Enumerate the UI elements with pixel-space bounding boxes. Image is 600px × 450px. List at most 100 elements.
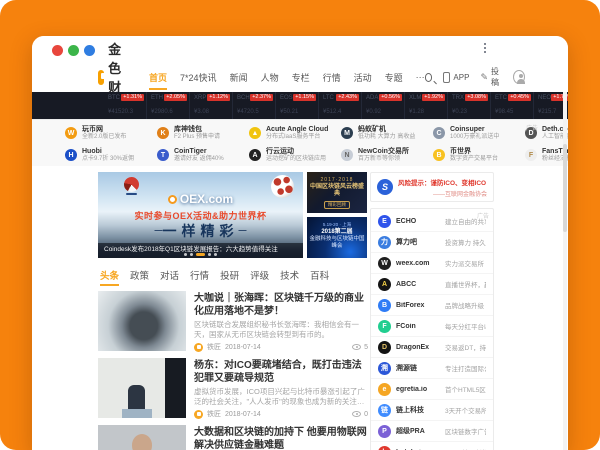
article-title[interactable]: 大数据和区块链的加持下 他要用物联网解决供应链金融难题 — [194, 426, 368, 450]
carousel-dot[interactable] — [184, 253, 187, 256]
article-thumbnail[interactable] — [98, 291, 186, 351]
sponsor-item[interactable]: F FansTime 粉丝经济新形态 — [525, 148, 568, 163]
nav-item[interactable]: 专题 — [385, 71, 403, 84]
page-scrollbar[interactable] — [563, 92, 567, 450]
article-author[interactable]: 铁匠 — [207, 409, 221, 419]
sponsor-icon: 溯 — [378, 362, 391, 375]
sponsor-item[interactable]: B 币世界 数字资产交易平台 — [433, 148, 525, 163]
app-download-button[interactable]: APP — [443, 72, 469, 83]
ticker-cell[interactable]: ETC +0.45% ¥98.45 — [491, 92, 534, 119]
ticker-coin-name: XRP — [194, 95, 206, 101]
minimize-window-button[interactable] — [68, 45, 79, 56]
carousel-dot[interactable] — [214, 253, 217, 256]
ticker-cell[interactable]: EOS +1.15% ¥50.21 — [276, 92, 319, 119]
carousel-banner[interactable]: OEX.com 实时参与OEX活动&助力世界杯 一样精彩 Coindesk发布2… — [98, 172, 303, 258]
ticker-change-badge: +2.43% — [336, 94, 359, 101]
ticker-coin-name: TRX — [452, 95, 464, 101]
carousel-dot[interactable] — [196, 253, 205, 256]
sponsor-item[interactable]: A 行云运动 运动挖矿的区块链应用 — [249, 148, 341, 163]
sidebar-sponsor-row[interactable]: h hotchain 100万糖果任性送 — [371, 442, 493, 450]
sidebar-sponsor-row[interactable]: E ECHO 建立自由的共享生态 — [371, 211, 493, 232]
ticker-cell[interactable]: TRX +3.08% ¥0.23 — [448, 92, 491, 119]
sponsor-item[interactable]: H Huobi 点卡9.7折 30%返佣 — [65, 148, 157, 163]
ticker-cell[interactable]: BTC +1.31% ¥41520.3 — [104, 92, 147, 119]
nav-item[interactable]: ··· — [416, 72, 425, 82]
sponsor-name: 库神钱包 — [174, 126, 220, 134]
sidebar-sponsor-row[interactable]: 溯 溯源链 专注打造国际公链 — [371, 358, 493, 379]
nav-item[interactable]: 专栏 — [292, 71, 310, 84]
sidebar-sponsor-row[interactable]: P 超级PRA 区块链数字广告生态 — [371, 421, 493, 442]
side-banner-awards[interactable]: 2017·2018 中国区块链风云榜盛典 精彩回顾 — [307, 172, 367, 213]
risk-notice-text: 风险提示：谨防ICO、变相ICO — [398, 177, 487, 187]
article-author[interactable]: 铁匠 — [207, 342, 221, 352]
article-thumbnail[interactable] — [98, 358, 186, 418]
article-row[interactable]: 大咖说｜张海晖：区块链千万级的商业化应用落地不是梦！ 区块链联合发展组织秘书长张… — [98, 288, 368, 355]
article-title[interactable]: 杨东：对ICO要疏堵结合，既打击违法犯罪又要疏导规范 — [194, 359, 368, 385]
sponsor-item[interactable]: M 蚂蚁矿机 低功耗 大算力 高收益 — [341, 126, 433, 141]
side-banner-summit[interactable]: 5.19-20 · 上海 2018第二届 金融科技与区块链中国峰会 — [307, 217, 367, 258]
article-thumbnail[interactable] — [98, 425, 186, 450]
sponsor-item[interactable]: N NewCoin交易所 百万新币等你领 — [341, 148, 433, 163]
banner-button[interactable]: 精彩回顾 — [324, 201, 350, 209]
ticker-change-badge: +3.08% — [465, 94, 488, 101]
user-avatar[interactable] — [513, 70, 525, 84]
nav-item[interactable]: 活动 — [354, 71, 372, 84]
nav-item[interactable]: 人物 — [261, 71, 279, 84]
article-title[interactable]: 大咖说｜张海晖：区块链千万级的商业化应用落地不是梦！ — [194, 292, 368, 318]
close-window-button[interactable] — [52, 45, 63, 56]
ticker-cell[interactable]: ADA +0.56% ¥0.92 — [362, 92, 405, 119]
sidebar-sponsor-row[interactable]: B BitForex 品牌战略升级 全新启航 — [371, 295, 493, 316]
search-icon[interactable] — [425, 73, 433, 82]
submit-article-button[interactable]: ✎ 投稿 — [480, 66, 502, 88]
views-count: 0 — [364, 411, 368, 418]
sidebar-sponsor-row[interactable]: F FCoin 每天分红平台收入80% — [371, 316, 493, 337]
pen-icon: ✎ — [480, 72, 488, 83]
article-row[interactable]: 大数据和区块链的加持下 他要用物联网解决供应链金融难题 在把目光投向物联网的同时… — [98, 422, 368, 450]
tab[interactable]: 投研 — [220, 268, 239, 282]
sidebar-sponsor-row[interactable]: e egretia.io 首个HTML5区块链引擎 — [371, 379, 493, 400]
ticker-cell[interactable]: LTC +2.43% ¥512.4 — [319, 92, 362, 119]
sponsor-desc: 点卡9.7折 30%返佣 — [82, 156, 134, 163]
sponsor-item[interactable]: K 库神钱包 F2 Plus 预售申请 — [157, 126, 249, 141]
ticker-more-menu[interactable] — [484, 43, 486, 53]
sidebar-sponsor-row[interactable]: 力 算力吧 投资算力 持久受益 — [371, 232, 493, 253]
sponsor-icon: T — [157, 149, 169, 161]
carousel-dots — [98, 253, 303, 256]
article-row[interactable]: 杨东：对ICO要疏堵结合，既打击违法犯罪又要疏导规范 虚拟货币发展，ICO项目兴… — [98, 355, 368, 422]
sponsor-item[interactable]: T CoinTiger 邀请好友 返佣40% — [157, 148, 249, 163]
scrollbar-thumb[interactable] — [563, 144, 567, 232]
nav-item[interactable]: 首页 — [149, 71, 167, 84]
carousel-dot[interactable] — [190, 253, 193, 256]
logo-icon — [98, 70, 104, 85]
tab[interactable]: 评级 — [250, 268, 269, 282]
ticker-cell[interactable]: ETH +2.05% ¥2980.6 — [147, 92, 190, 119]
nav-item[interactable]: 7*24快讯 — [180, 71, 217, 84]
nav-item[interactable]: 新闻 — [230, 71, 248, 84]
tab[interactable]: 行情 — [190, 268, 209, 282]
sponsor-name: Coinsuper — [450, 126, 499, 134]
carousel-dot[interactable] — [208, 253, 211, 256]
tab[interactable]: 对话 — [160, 268, 179, 282]
ticker-cell[interactable]: XRP +1.12% ¥3.08 — [190, 92, 233, 119]
maximize-window-button[interactable] — [84, 45, 95, 56]
tab[interactable]: 政策 — [130, 268, 149, 282]
tab[interactable]: 百科 — [310, 268, 329, 282]
nav-item[interactable]: 行情 — [323, 71, 341, 84]
sponsor-item[interactable]: W 玩币网 全新2.0版已发布 — [65, 126, 157, 141]
tab[interactable]: 技术 — [280, 268, 299, 282]
ticker-coin-name: NEO — [538, 95, 551, 101]
risk-notice-source: ——互联网金融协会 — [398, 189, 487, 198]
sidebar-sponsor-row[interactable]: 链 链上科技 3天开个交易所 — [371, 400, 493, 421]
ticker-cell[interactable]: XLM +1.92% ¥1.28 — [405, 92, 448, 119]
sponsor-item[interactable]: C Coinsuper 1000万豪礼派送中 — [433, 126, 525, 141]
sponsor-desc: 1000万豪礼派送中 — [450, 134, 499, 141]
sponsor-name: Huobi — [82, 148, 134, 156]
ticker-coin-name: XLM — [409, 95, 421, 101]
sidebar-sponsor-row[interactable]: W weex.com 实力派交易所 光速秒到 — [371, 253, 493, 274]
ticker-cell[interactable]: BCH +2.37% ¥4720.5 — [233, 92, 276, 119]
sidebar-sponsor-row[interactable]: A ABCC 直播世界杯，赢108BTC — [371, 274, 493, 295]
sponsor-item[interactable]: ▲ Acute Angle Cloud 分布式IaaS服务平台 — [249, 126, 341, 141]
tab[interactable]: 头条 — [100, 268, 119, 282]
risk-notice-card[interactable]: S 风险提示：谨防ICO、变相ICO ——互联网金融协会 — [370, 172, 494, 202]
sidebar-sponsor-row[interactable]: D DragonEx 交易返DT，持有DT享分红 — [371, 337, 493, 358]
